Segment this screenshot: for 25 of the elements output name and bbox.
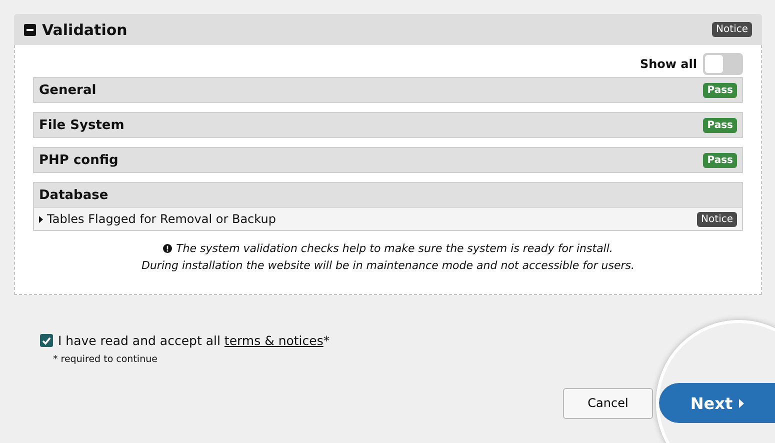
section-header[interactable]: General Pass <box>34 78 742 102</box>
status-badge: Pass <box>703 152 737 168</box>
panel-header[interactable]: Validation Notice <box>14 14 762 45</box>
status-badge: Pass <box>703 82 737 98</box>
next-button[interactable]: Next <box>659 383 775 423</box>
status-badge: Notice <box>712 22 752 37</box>
checkbox[interactable] <box>40 334 53 347</box>
caret-icon <box>738 398 744 408</box>
info-text: During installation the website will be in maintenance mode and not accessible for users. <box>141 258 635 274</box>
section-header[interactable]: Database <box>34 183 742 207</box>
section-header[interactable]: PHP config Pass <box>34 148 742 172</box>
toggle-switch[interactable] <box>703 53 743 75</box>
terms-link[interactable]: terms & notices <box>224 333 324 348</box>
accept-text: I have read and accept all terms & notices* <box>58 333 330 348</box>
section-header[interactable]: File System Pass <box>34 113 742 137</box>
cancel-button[interactable]: Cancel <box>563 388 653 418</box>
status-badge: Notice <box>697 212 737 226</box>
panel-title: Validation <box>42 20 128 38</box>
check-row[interactable]: Tables Flagged for Removal or Backup Notice <box>34 207 742 230</box>
info-text: The system validation checks help to make sure the system is ready for install. <box>176 241 613 257</box>
status-badge: Pass <box>703 118 737 132</box>
toggle-label: Show all <box>640 57 697 71</box>
required-note: * required to continue <box>53 354 158 365</box>
collapse-icon[interactable] <box>24 24 36 36</box>
info-icon <box>163 244 172 253</box>
